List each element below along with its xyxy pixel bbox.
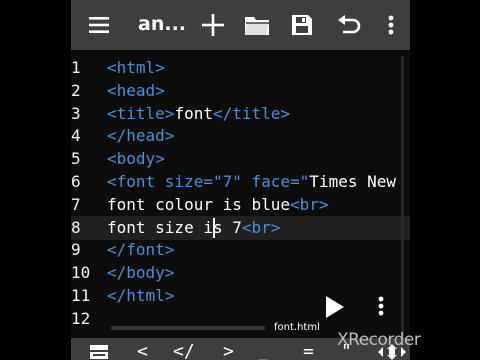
top-toolbar: an... bbox=[71, 0, 410, 50]
line-number: 12 bbox=[71, 308, 91, 328]
html-tag-token: </head> bbox=[107, 126, 175, 146]
key-equals[interactable]: = bbox=[303, 343, 314, 360]
line-number: 5 bbox=[71, 149, 81, 169]
text-token: Times New bbox=[309, 172, 396, 191]
code-line[interactable]: </html> bbox=[107, 286, 174, 305]
key-underscore[interactable]: _ bbox=[259, 343, 267, 360]
code-line[interactable]: </body> bbox=[107, 263, 174, 282]
html-tag-token: <title> bbox=[107, 103, 175, 123]
menu-icon[interactable] bbox=[85, 11, 113, 39]
editor-app: an... 1 2 3 4 5 6 7 8 9 10 11 12 <html> <hea bbox=[71, 0, 410, 360]
filename-label: font.html bbox=[274, 322, 320, 333]
undo-icon[interactable] bbox=[335, 11, 363, 39]
move-icon[interactable] bbox=[378, 344, 406, 360]
html-tag-token: <html> bbox=[107, 58, 165, 77]
html-tag-token: <body> bbox=[107, 149, 165, 169]
html-tag-token: </body> bbox=[107, 263, 175, 283]
code-line[interactable]: font size is 7<br> bbox=[107, 218, 280, 237]
key-close-tag[interactable]: </ bbox=[173, 343, 195, 360]
line-number: 4 bbox=[71, 126, 81, 146]
more-options-icon[interactable] bbox=[374, 294, 388, 320]
line-number: 11 bbox=[71, 286, 91, 305]
html-tag-token: <br> bbox=[241, 217, 281, 237]
code-line[interactable]: font colour is blue<br> bbox=[107, 195, 329, 214]
vertical-scrollbar[interactable] bbox=[401, 56, 404, 341]
text-token: font bbox=[174, 103, 213, 123]
html-tag-token: <head> bbox=[107, 80, 165, 100]
html-tag-token: </html> bbox=[107, 286, 175, 305]
text-token: font colour is blue bbox=[107, 194, 291, 214]
save-icon[interactable] bbox=[288, 11, 316, 39]
key-greater-than[interactable]: > bbox=[223, 343, 234, 360]
code-editor[interactable]: 1 2 3 4 5 6 7 8 9 10 11 12 <html> <head> <title>font<… bbox=[71, 50, 410, 335]
keyboard-icon[interactable] bbox=[89, 344, 109, 360]
document-title[interactable]: an... bbox=[138, 13, 186, 35]
code-line[interactable]: <body> bbox=[107, 149, 165, 168]
html-tag-token: <br> bbox=[290, 194, 329, 214]
code-line[interactable]: </head> bbox=[107, 126, 174, 145]
html-tag-token: </font> bbox=[107, 240, 175, 260]
line-number: 6 bbox=[71, 172, 81, 191]
line-number: 2 bbox=[71, 80, 81, 100]
html-tag-token: <font size="7" face=" bbox=[107, 172, 310, 191]
code-line[interactable]: <title>font</title> bbox=[107, 104, 290, 123]
line-number: 9 bbox=[71, 240, 81, 260]
code-line[interactable]: </font> bbox=[107, 240, 174, 259]
folder-icon[interactable] bbox=[243, 11, 271, 39]
text-cursor bbox=[212, 217, 215, 238]
line-number: 8 bbox=[71, 217, 81, 237]
html-tag-token: </title> bbox=[212, 103, 291, 123]
more-vert-icon[interactable] bbox=[377, 11, 405, 39]
horizontal-scrollbar[interactable] bbox=[111, 326, 265, 330]
code-line[interactable]: <html> bbox=[107, 58, 165, 77]
add-icon[interactable] bbox=[199, 11, 227, 39]
line-number: 7 bbox=[71, 194, 81, 214]
key-less-than[interactable]: < bbox=[137, 343, 148, 360]
run-icon[interactable] bbox=[322, 294, 348, 320]
line-number: 3 bbox=[71, 103, 81, 123]
code-line[interactable]: <font size="7" face="Times New bbox=[107, 172, 396, 191]
code-line[interactable]: <head> bbox=[107, 81, 165, 100]
line-number: 10 bbox=[71, 263, 91, 283]
text-token: font size is 7 bbox=[107, 217, 242, 237]
line-number: 1 bbox=[71, 58, 81, 77]
